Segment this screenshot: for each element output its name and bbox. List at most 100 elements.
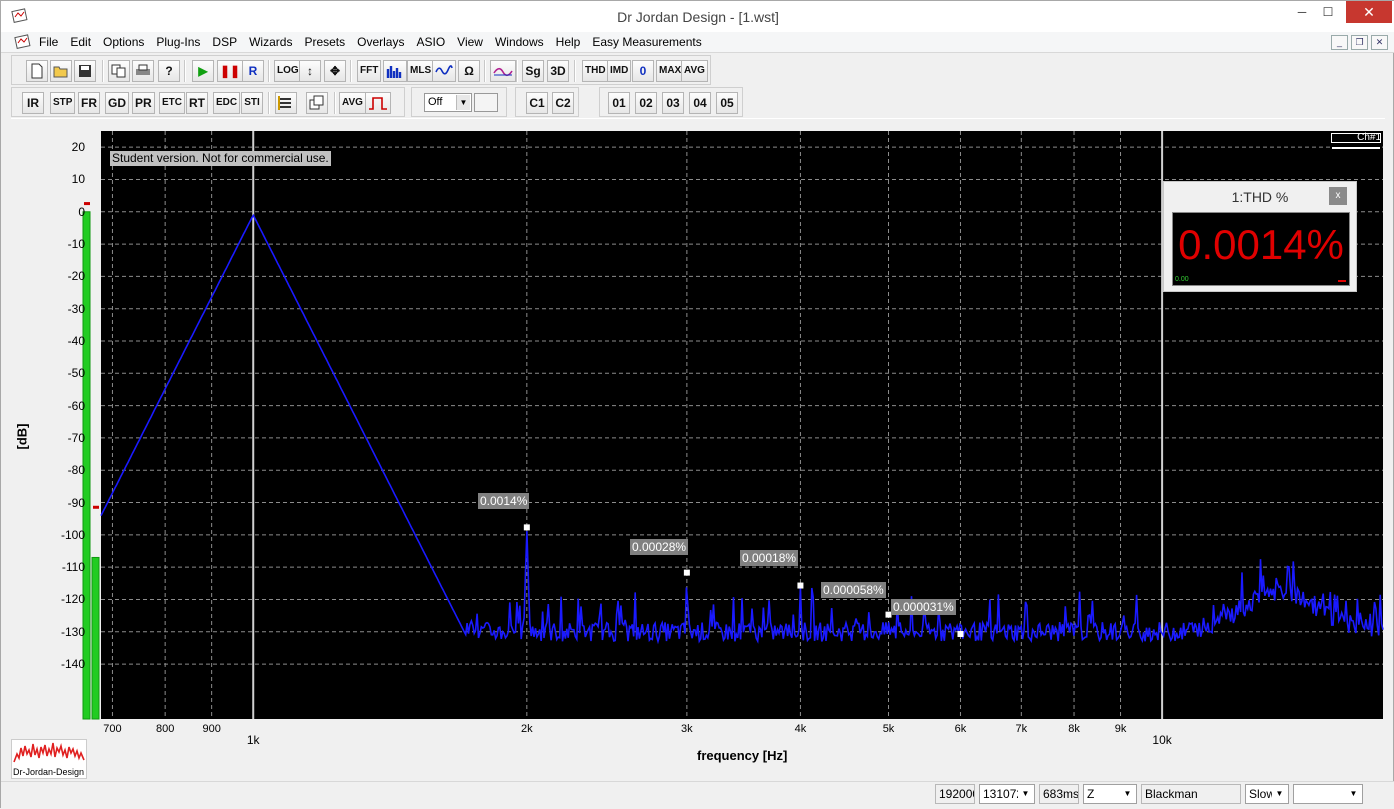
menu-asio[interactable]: ASIO	[410, 35, 451, 49]
stp-button[interactable]: STP	[50, 92, 76, 114]
peak-label-5k: 0.000058%	[821, 582, 886, 598]
meter-peak-right	[93, 505, 99, 509]
imd-button[interactable]: IMD	[607, 60, 632, 82]
mdi-close-button[interactable]: ✕	[1371, 35, 1388, 50]
pause-button[interactable]: ❚❚	[217, 60, 244, 82]
channel-2-button[interactable]: C2	[552, 92, 574, 114]
play-button[interactable]: ▶	[192, 60, 214, 82]
avg-button[interactable]: AVG	[339, 92, 366, 114]
vertical-cursor-icon[interactable]: ↕	[299, 60, 321, 82]
menu-dsp[interactable]: DSP	[206, 35, 243, 49]
x-tick-label-major: 10k	[1152, 733, 1172, 747]
avg-meter-button[interactable]: AVG	[681, 60, 708, 82]
gate-icon[interactable]	[365, 92, 391, 114]
maximize-button[interactable]: ☐	[1313, 1, 1343, 23]
channel-1-button[interactable]: C1	[526, 92, 548, 114]
zero-button[interactable]: 0	[632, 60, 654, 82]
log-scale-button[interactable]: LOG	[274, 60, 302, 82]
duration-field: 683ms	[1039, 784, 1079, 804]
y-tick-label: -130	[60, 624, 85, 639]
thd-value: 0.0014%	[1178, 221, 1344, 268]
waveform-icon[interactable]	[432, 60, 456, 82]
menu-easy-measurements[interactable]: Easy Measurements	[586, 35, 707, 49]
preset-03-button[interactable]: 03	[662, 92, 684, 114]
fft-button[interactable]: FFT	[357, 60, 382, 82]
y-tick-label: 0	[78, 204, 85, 219]
mdi-restore-button[interactable]: ❐	[1351, 35, 1368, 50]
off-select[interactable]: Off ▼	[424, 93, 472, 112]
x-axis-label: frequency [Hz]	[697, 748, 788, 763]
spectrum-bars-icon[interactable]	[383, 60, 407, 82]
y-tick-label: -120	[60, 592, 85, 607]
menu-plug-ins[interactable]: Plug-Ins	[150, 35, 206, 49]
peak-label-4k: 0.00018%	[740, 550, 799, 566]
record-button[interactable]: R	[242, 60, 264, 82]
thd-button[interactable]: THD	[582, 60, 609, 82]
fft-size-select[interactable]: 131072 ▼	[979, 784, 1035, 804]
preset-01-button[interactable]: 01	[608, 92, 630, 114]
windows-icon[interactable]	[306, 92, 328, 114]
close-button[interactable]: ✕	[1346, 1, 1392, 23]
move-cursor-icon[interactable]: ✥	[324, 60, 346, 82]
new-icon[interactable]	[26, 60, 48, 82]
x-tick-label: 3k	[681, 723, 693, 735]
preset-02-button[interactable]: 02	[635, 92, 657, 114]
z-select[interactable]: Z ▼	[1083, 784, 1137, 804]
sti-button[interactable]: STI	[241, 92, 263, 114]
y-axis-label: [dB]	[14, 423, 30, 450]
rt-button[interactable]: RT	[186, 92, 208, 114]
thd-panel[interactable]: 1:THD % x 0.0014% 0.00	[1163, 181, 1357, 292]
ir-button[interactable]: IR	[22, 92, 44, 114]
etc-button[interactable]: ETC	[159, 92, 185, 114]
open-icon[interactable]	[50, 60, 72, 82]
menu-help[interactable]: Help	[550, 35, 587, 49]
thd-indicator	[1338, 280, 1346, 282]
menu-windows[interactable]: Windows	[489, 35, 550, 49]
mdi-minimize-button[interactable]: _	[1331, 35, 1348, 50]
save-icon[interactable]	[74, 60, 96, 82]
3d-button[interactable]: 3D	[547, 60, 569, 82]
off-value-box[interactable]	[474, 93, 498, 112]
gd-button[interactable]: GD	[105, 92, 129, 114]
menu-wizards[interactable]: Wizards	[243, 35, 298, 49]
tools-icon[interactable]	[275, 92, 297, 114]
max-button[interactable]: MAX	[656, 60, 685, 82]
pr-button[interactable]: PR	[132, 92, 155, 114]
x-tick-label: 5k	[882, 723, 895, 735]
x-tick-label: 6k	[954, 723, 967, 735]
menu-overlays[interactable]: Overlays	[351, 35, 410, 49]
legend[interactable]: Ch#1	[1331, 130, 1383, 150]
impedance-button[interactable]: Ω	[458, 60, 480, 82]
y-tick-label: -20	[67, 269, 85, 284]
menu-bar: File Edit Options Plug-Ins DSP Wizards P…	[1, 32, 1394, 53]
extra-select[interactable]: ▼	[1293, 784, 1363, 804]
thd-min-label: 0.00	[1175, 276, 1189, 283]
y-tick-label: -60	[67, 398, 85, 413]
x-tick-label: 800	[155, 723, 175, 735]
sg-button[interactable]: Sg	[522, 60, 544, 82]
mls-button[interactable]: MLS	[407, 60, 435, 82]
menu-edit[interactable]: Edit	[64, 35, 97, 49]
level-meter	[82, 202, 100, 720]
x-tick-label: 700	[103, 723, 122, 735]
fr-button[interactable]: FR	[78, 92, 100, 114]
help-icon[interactable]: ?	[158, 60, 180, 82]
student-version-note: Student version. Not for commercial use.	[110, 151, 331, 166]
speed-select[interactable]: Slow ▼	[1245, 784, 1289, 804]
menu-file[interactable]: File	[33, 35, 64, 49]
sweep-icon[interactable]	[490, 60, 516, 82]
peak-label-6k: 0.000031%	[891, 599, 956, 615]
window-title: Dr Jordan Design - [1.wst]	[617, 9, 779, 25]
app-window: Dr Jordan Design - [1.wst] ─ ☐ ✕ File Ed…	[0, 0, 1394, 809]
peak-label-3k: 0.00028%	[630, 539, 689, 555]
menu-options[interactable]: Options	[97, 35, 150, 49]
close-icon[interactable]: x	[1329, 187, 1347, 205]
preset-04-button[interactable]: 04	[689, 92, 711, 114]
menu-presets[interactable]: Presets	[298, 35, 351, 49]
menu-view[interactable]: View	[451, 35, 489, 49]
y-tick-label: -110	[61, 560, 85, 575]
edc-button[interactable]: EDC	[213, 92, 241, 114]
print-icon[interactable]	[132, 60, 154, 82]
copy-icon[interactable]	[108, 60, 130, 82]
preset-05-button[interactable]: 05	[716, 92, 738, 114]
